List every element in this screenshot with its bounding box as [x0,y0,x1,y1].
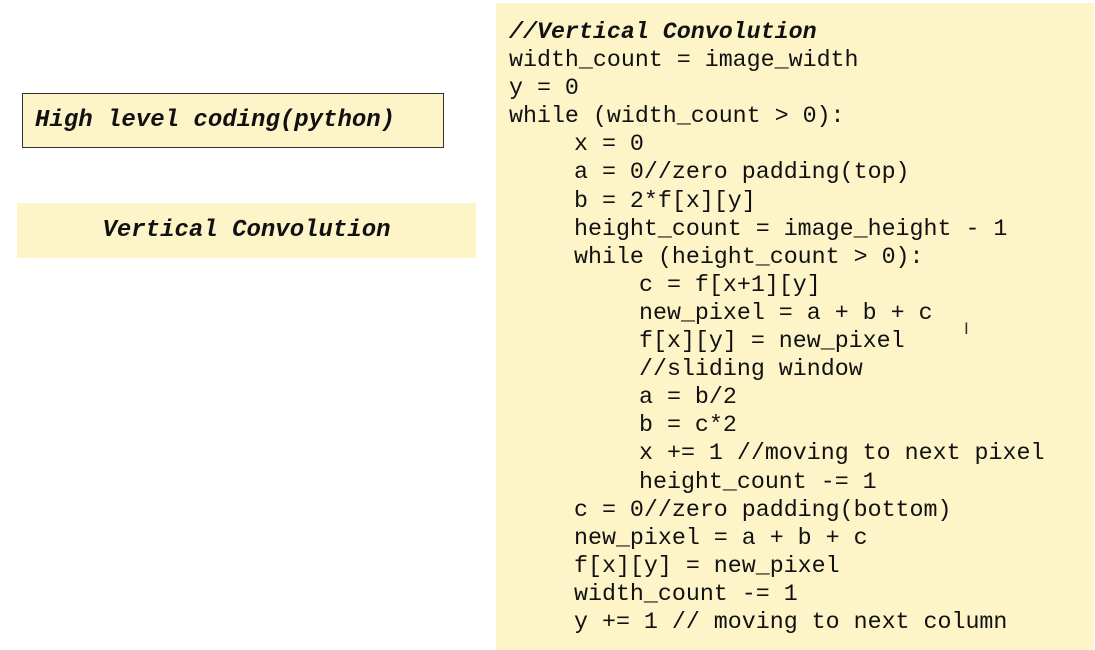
code-line: new_pixel = a + b + c [639,299,933,326]
slide-subtitle: Vertical Convolution [102,217,391,244]
slide-title-box: High level coding(python) [22,93,444,148]
slide-title: High level coding(python) [35,107,396,134]
code-line: f[x][y] = new_pixel [639,328,905,355]
code-line: width_count -= 1 [574,580,798,607]
code-line: while (height_count > 0): [574,243,924,270]
code-line: y += 1 // moving to next column [574,608,1008,635]
code-line: c = f[x+1][y] [639,271,821,298]
code-line: width_count = image_width [509,47,859,74]
code-line: height_count = image_height - 1 [574,215,1008,242]
code-line: new_pixel = a + b + c [574,524,868,551]
code-line: height_count -= 1 [639,468,877,495]
code-panel: //Vertical Convolution width_count = imag… [496,3,1094,650]
code-line: x += 1 //moving to next pixel [639,440,1045,467]
slide-subtitle-box: Vertical Convolution [17,203,476,258]
text-cursor-icon: I [964,319,969,338]
code-line: f[x][y] = new_pixel [574,552,840,579]
code-line: b = 2*f[x][y] [574,187,756,214]
code-line: a = b/2 [639,384,737,411]
code-line: while (width_count > 0): [509,103,845,130]
code-line: //sliding window [639,356,863,383]
code-line: x = 0 [574,131,644,158]
code-heading: //Vertical Convolution [509,19,817,45]
code-line: a = 0//zero padding(top) [574,159,910,186]
code-line: y = 0 [509,75,579,102]
code-line: c = 0//zero padding(bottom) [574,496,952,523]
code-line: b = c*2 [639,412,737,439]
